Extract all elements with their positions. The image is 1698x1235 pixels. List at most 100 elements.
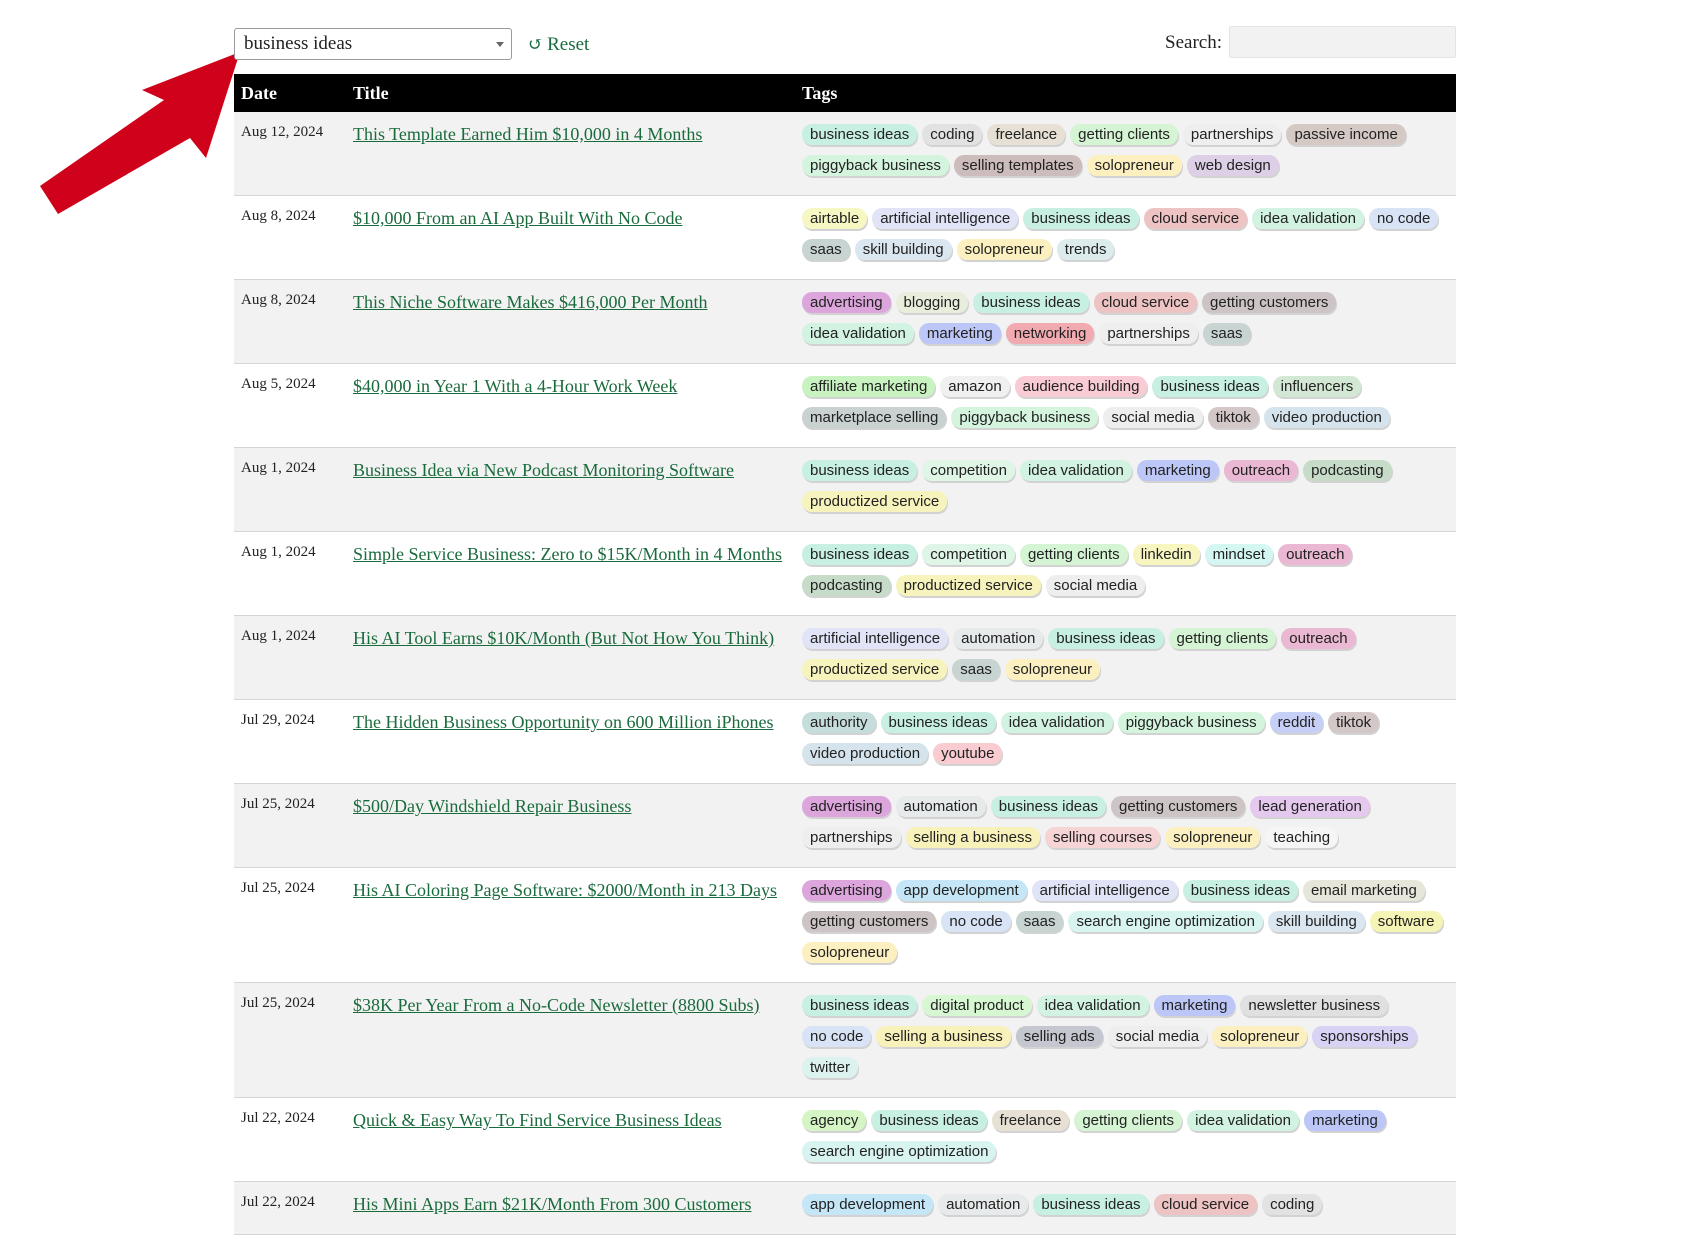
- tag-chip[interactable]: saas: [1015, 911, 1064, 932]
- tag-chip[interactable]: trends: [1056, 239, 1115, 260]
- tag-chip[interactable]: idea validation: [1187, 1110, 1299, 1131]
- row-title-link[interactable]: $40,000 in Year 1 With a 4-Hour Work Wee…: [353, 376, 677, 396]
- tag-chip[interactable]: advertising: [802, 796, 891, 817]
- tag-chip[interactable]: productized service: [802, 491, 948, 512]
- tag-chip[interactable]: email marketing: [1302, 880, 1425, 901]
- tag-chip[interactable]: artificial intelligence: [1031, 880, 1178, 901]
- tag-chip[interactable]: agency: [802, 1110, 867, 1131]
- tag-chip[interactable]: getting customers: [1202, 292, 1337, 313]
- tag-chip[interactable]: selling a business: [905, 827, 1040, 848]
- tag-chip[interactable]: business ideas: [1023, 208, 1139, 229]
- tag-chip[interactable]: business ideas: [802, 995, 918, 1016]
- tag-chip[interactable]: social media: [1107, 1026, 1208, 1047]
- tag-chip[interactable]: reddit: [1269, 712, 1324, 733]
- tag-chip[interactable]: digital product: [922, 995, 1032, 1016]
- tag-chip[interactable]: business ideas: [973, 292, 1089, 313]
- tag-chip[interactable]: no code: [941, 911, 1011, 932]
- tag-chip[interactable]: selling ads: [1015, 1026, 1103, 1047]
- tag-chip[interactable]: cloud service: [1143, 208, 1248, 229]
- tag-chip[interactable]: marketing: [1136, 460, 1219, 481]
- tag-chip[interactable]: partnerships: [802, 827, 901, 848]
- tag-chip[interactable]: no code: [1368, 208, 1439, 229]
- tag-chip[interactable]: getting customers: [802, 911, 937, 932]
- tag-chip[interactable]: business ideas: [990, 796, 1106, 817]
- tag-chip[interactable]: artificial intelligence: [872, 208, 1019, 229]
- tag-chip[interactable]: marketing: [1303, 1110, 1386, 1131]
- tag-chip[interactable]: outreach: [1223, 460, 1299, 481]
- tag-chip[interactable]: search engine optimization: [1068, 911, 1263, 932]
- tag-chip[interactable]: getting clients: [1070, 124, 1178, 145]
- tag-chip[interactable]: cloud service: [1153, 1194, 1258, 1215]
- tag-chip[interactable]: business ideas: [1152, 376, 1268, 397]
- tag-chip[interactable]: competition: [922, 460, 1015, 481]
- tag-chip[interactable]: solopreneur: [1086, 155, 1182, 176]
- row-title-link[interactable]: $500/Day Windshield Repair Business: [353, 796, 631, 816]
- tag-chip[interactable]: business ideas: [871, 1110, 987, 1131]
- tag-chip[interactable]: social media: [1103, 407, 1203, 428]
- search-input[interactable]: [1229, 26, 1456, 58]
- tag-chip[interactable]: skill building: [1267, 911, 1365, 932]
- column-header-title[interactable]: Title: [346, 74, 795, 112]
- tag-chip[interactable]: selling courses: [1044, 827, 1161, 848]
- row-title-link[interactable]: $10,000 From an AI App Built With No Cod…: [353, 208, 682, 228]
- tag-chip[interactable]: marketplace selling: [802, 407, 947, 428]
- tag-chip[interactable]: marketing: [918, 323, 1001, 344]
- tag-chip[interactable]: marketing: [1153, 995, 1236, 1016]
- tag-chip[interactable]: skill building: [854, 239, 952, 260]
- tag-chip[interactable]: solopreneur: [1004, 659, 1101, 680]
- tag-chip[interactable]: saas: [802, 239, 850, 260]
- tag-chip[interactable]: coding: [922, 124, 983, 145]
- tag-chip[interactable]: twitter: [802, 1057, 859, 1078]
- tag-chip[interactable]: getting clients: [1019, 544, 1128, 565]
- column-header-tags[interactable]: Tags: [795, 74, 1456, 112]
- tag-chip[interactable]: freelance: [987, 124, 1066, 145]
- row-title-link[interactable]: The Hidden Business Opportunity on 600 M…: [353, 712, 774, 732]
- tag-chip[interactable]: productized service: [895, 575, 1041, 596]
- tag-chip[interactable]: getting clients: [1074, 1110, 1183, 1131]
- tag-chip[interactable]: piggyback business: [802, 155, 949, 176]
- tag-chip[interactable]: app development: [802, 1194, 934, 1215]
- tag-chip[interactable]: passive income: [1286, 124, 1406, 145]
- row-title-link[interactable]: This Template Earned Him $10,000 in 4 Mo…: [353, 124, 702, 144]
- tag-chip[interactable]: business ideas: [1182, 880, 1298, 901]
- tag-chip[interactable]: video production: [1263, 407, 1390, 428]
- tag-chip[interactable]: getting customers: [1111, 796, 1246, 817]
- tag-chip[interactable]: linkedin: [1132, 544, 1200, 565]
- row-title-link[interactable]: His Mini Apps Earn $21K/Month From 300 C…: [353, 1194, 752, 1214]
- tag-chip[interactable]: partnerships: [1182, 124, 1282, 145]
- tag-chip[interactable]: podcasting: [802, 575, 891, 596]
- tag-chip[interactable]: idea validation: [1019, 460, 1132, 481]
- row-title-link[interactable]: Simple Service Business: Zero to $15K/Mo…: [353, 544, 782, 564]
- row-title-link[interactable]: $38K Per Year From a No-Code Newsletter …: [353, 995, 759, 1015]
- tag-chip[interactable]: outreach: [1281, 628, 1356, 649]
- tag-chip[interactable]: saas: [1202, 323, 1251, 344]
- tag-chip[interactable]: video production: [802, 743, 929, 764]
- tag-chip[interactable]: app development: [895, 880, 1027, 901]
- tag-chip[interactable]: productized service: [802, 659, 948, 680]
- tag-chip[interactable]: no code: [802, 1026, 872, 1047]
- tag-chip[interactable]: networking: [1005, 323, 1095, 344]
- row-title-link[interactable]: This Niche Software Makes $416,000 Per M…: [353, 292, 707, 312]
- tag-chip[interactable]: business ideas: [1048, 628, 1164, 649]
- tag-chip[interactable]: influencers: [1272, 376, 1362, 397]
- tag-chip[interactable]: automation: [895, 796, 986, 817]
- tag-chip[interactable]: airtable: [802, 208, 868, 229]
- tag-chip[interactable]: piggyback business: [1117, 712, 1265, 733]
- tag-chip[interactable]: advertising: [802, 880, 891, 901]
- tag-filter-select[interactable]: business ideas: [234, 28, 512, 60]
- tag-chip[interactable]: mindset: [1204, 544, 1274, 565]
- tag-chip[interactable]: business ideas: [880, 712, 996, 733]
- tag-chip[interactable]: lead generation: [1250, 796, 1370, 817]
- tag-chip[interactable]: automation: [953, 628, 1044, 649]
- tag-chip[interactable]: business ideas: [802, 544, 918, 565]
- tag-chip[interactable]: solopreneur: [956, 239, 1052, 260]
- tag-chip[interactable]: social media: [1045, 575, 1146, 596]
- tag-chip[interactable]: solopreneur: [1212, 1026, 1308, 1047]
- tag-chip[interactable]: piggyback business: [951, 407, 1099, 428]
- row-title-link[interactable]: Quick & Easy Way To Find Service Busines…: [353, 1110, 722, 1130]
- tag-chip[interactable]: freelance: [991, 1110, 1070, 1131]
- tag-chip[interactable]: idea validation: [802, 323, 914, 344]
- tag-chip[interactable]: saas: [952, 659, 1000, 680]
- tag-chip[interactable]: audience building: [1014, 376, 1148, 397]
- tag-chip[interactable]: business ideas: [1033, 1194, 1149, 1215]
